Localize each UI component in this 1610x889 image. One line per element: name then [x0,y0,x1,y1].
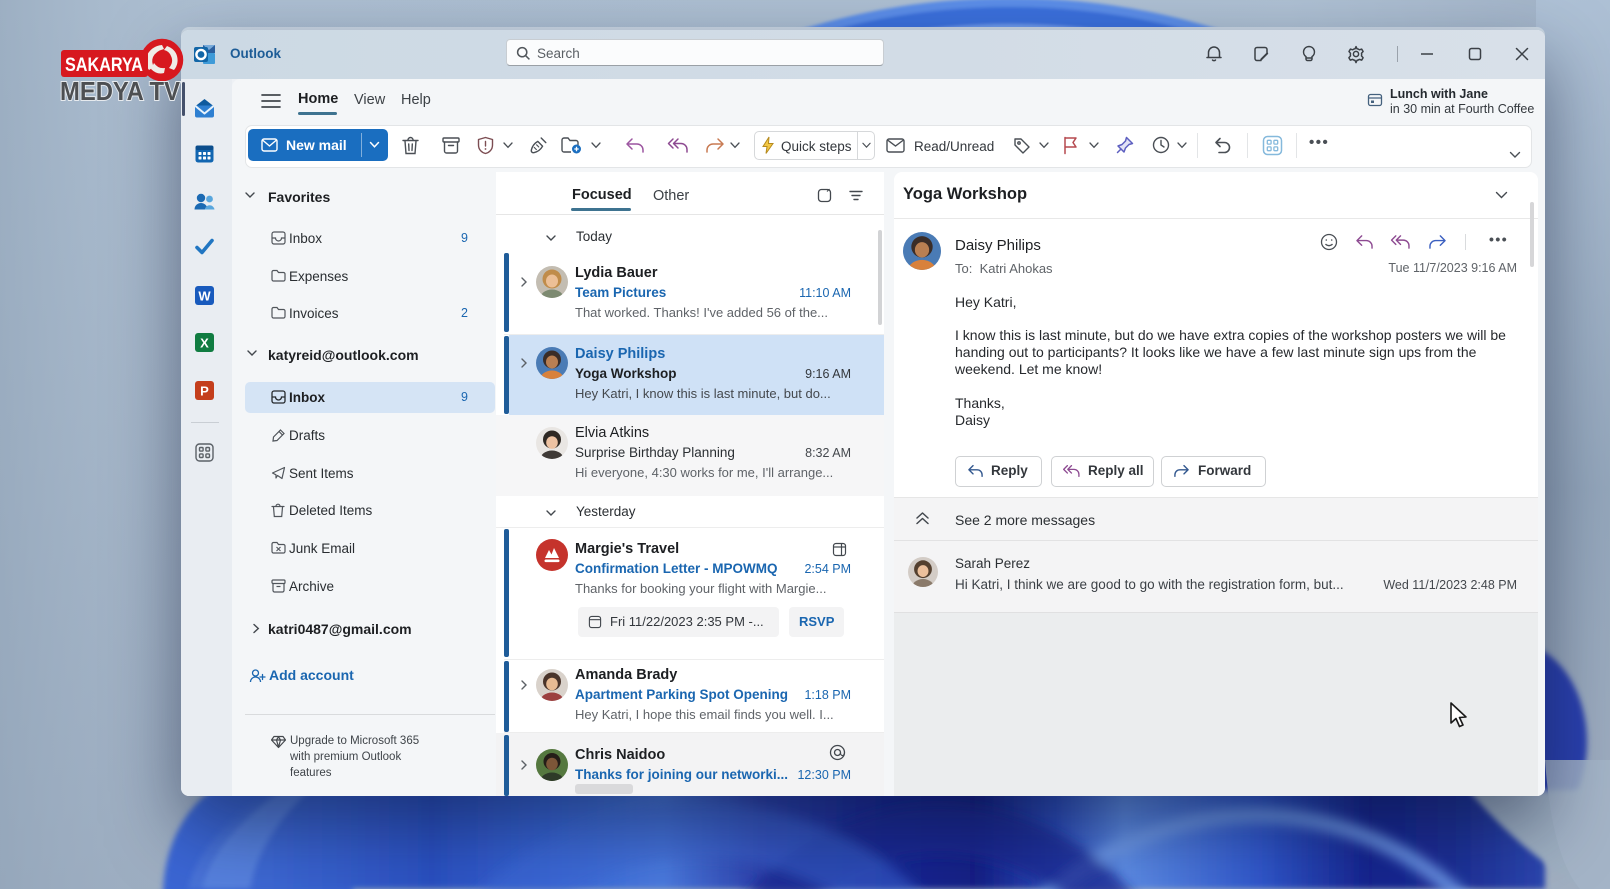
svg-text:MEDYA TV: MEDYA TV [60,76,181,106]
svg-text:X: X [200,336,209,351]
svg-text:SAKARYA: SAKARYA [65,55,143,76]
svg-text:P: P [200,384,209,399]
svg-text:W: W [198,289,211,304]
